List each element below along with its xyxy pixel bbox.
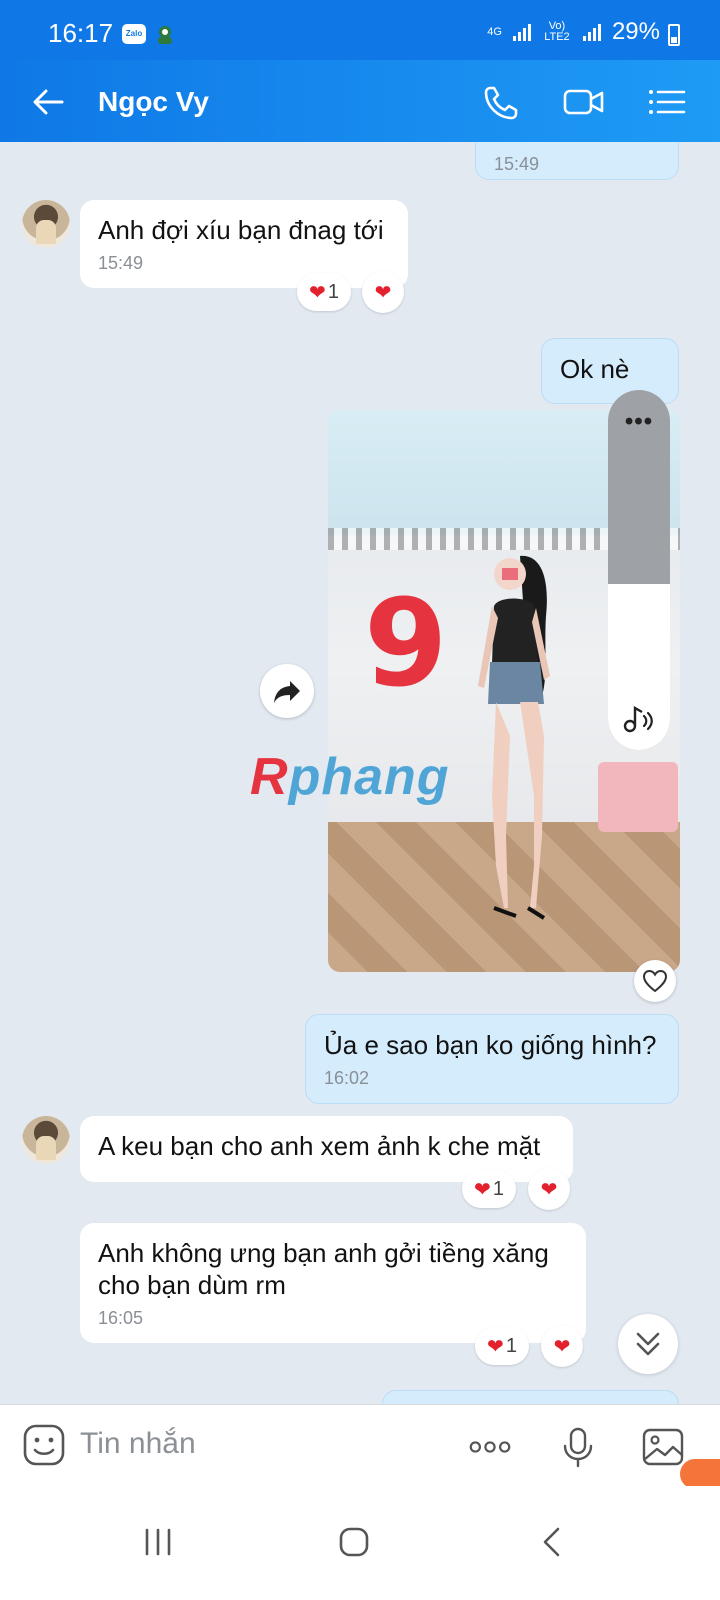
message-bubble-outgoing[interactable]: Ủa e sao bạn ko giống hình? 16:02 [305,1014,679,1104]
scroll-to-bottom-button[interactable] [618,1314,678,1374]
status-bar: 16:17 Zalo 4G Vo) LTE2 29% [0,0,720,60]
signal-icon [512,24,531,41]
pink-cabinet [598,762,678,832]
react-heart-button[interactable] [634,960,676,1002]
contact-name[interactable]: Ngọc Vy [98,86,209,118]
message-bubble-incoming[interactable]: Anh không ưng bạn anh gởi tiềng xăng cho… [80,1223,586,1343]
message-text: A keu bạn cho anh xem ảnh k che mặt [98,1131,541,1161]
forward-button[interactable] [260,664,314,718]
back-arrow-icon[interactable] [28,82,68,122]
chat-area[interactable]: 15:49 Anh đợi xíu bạn đnag tới 15:49 ❤ 1… [0,142,720,1432]
photo-number-nine: 9 [364,575,448,714]
heart-react-button[interactable]: ❤ [528,1168,570,1210]
battery-icon [668,24,680,46]
heart-icon: ❤ [309,281,326,304]
message-bubble-outgoing[interactable]: Ok nè [541,338,679,404]
home-icon[interactable] [334,1522,374,1562]
message-text: Ok nè [560,354,630,384]
reaction-count: 1 [505,1334,517,1357]
reaction-summary[interactable]: ❤ 1 [462,1170,516,1208]
recent-apps-icon[interactable] [138,1522,178,1562]
network-type-lte: Vo) LTE2 [544,20,570,43]
video-call-icon[interactable] [562,80,606,124]
system-navigation-bar [0,1486,720,1600]
message-time: 16:05 [98,1308,144,1328]
message-text: Anh không ưng bạn anh gởi tiềng xăng cho… [98,1238,549,1300]
message-time: 15:49 [98,253,144,273]
more-options-icon[interactable] [468,1425,512,1469]
reaction-summary[interactable]: ❤ 1 [297,273,351,311]
heart-icon: ❤ [487,1335,504,1358]
watermark-logo: Rphang [250,748,450,806]
reaction-count: 1 [492,1177,504,1200]
heart-outline-icon [642,969,668,993]
message-input[interactable]: Tin nhắn [80,1427,196,1461]
message-text: Anh đợi xíu bạn đnag tới [98,215,384,245]
menu-list-icon[interactable] [644,80,688,124]
floating-app-badge[interactable] [680,1459,720,1489]
reaction-count: 1 [327,280,339,303]
battery-percentage: 29% [611,18,660,45]
chevron-double-down-icon [636,1332,660,1356]
heart-react-button[interactable]: ❤ [541,1325,583,1367]
volume-slider[interactable]: ••• [608,390,670,750]
contact-avatar[interactable] [22,1116,70,1164]
contact-avatar[interactable] [22,200,70,248]
message-time: 16:02 [324,1068,370,1088]
phone-call-icon[interactable] [480,80,524,124]
message-bubble-incoming[interactable]: Anh đợi xíu bạn đnag tới 15:49 [80,200,408,288]
status-time: 16:17 [48,18,114,48]
sticker-emoji-icon[interactable] [22,1423,66,1467]
reaction-summary[interactable]: ❤ 1 [475,1327,529,1365]
forward-share-icon [274,681,300,703]
person-figure [478,555,550,920]
message-composer: Tin nhắn [0,1404,720,1489]
network-type-4g: 4G [487,25,502,38]
heart-icon: ❤ [474,1178,491,1201]
microphone-icon[interactable] [556,1425,600,1469]
message-bubble-outgoing-partial[interactable]: 15:49 [475,142,679,180]
app-notification-icon [158,26,172,44]
heart-icon: ❤ [374,281,392,304]
system-back-icon[interactable] [532,1522,572,1562]
heart-icon: ❤ [540,1178,558,1201]
signal-icon-2 [582,24,601,41]
image-gallery-icon[interactable] [641,1425,685,1469]
message-text: Ủa e sao bạn ko giống hình? [324,1030,657,1060]
volume-more-options[interactable]: ••• [608,408,670,436]
heart-react-button[interactable]: ❤ [362,271,404,313]
sound-icon [623,705,653,733]
chat-header: Ngọc Vy [0,60,720,142]
heart-icon: ❤ [553,1335,571,1358]
message-time: 15:49 [494,154,540,174]
zalo-notification-icon: Zalo [122,24,146,44]
status-indicators: 4G Vo) LTE2 29% [487,18,660,46]
